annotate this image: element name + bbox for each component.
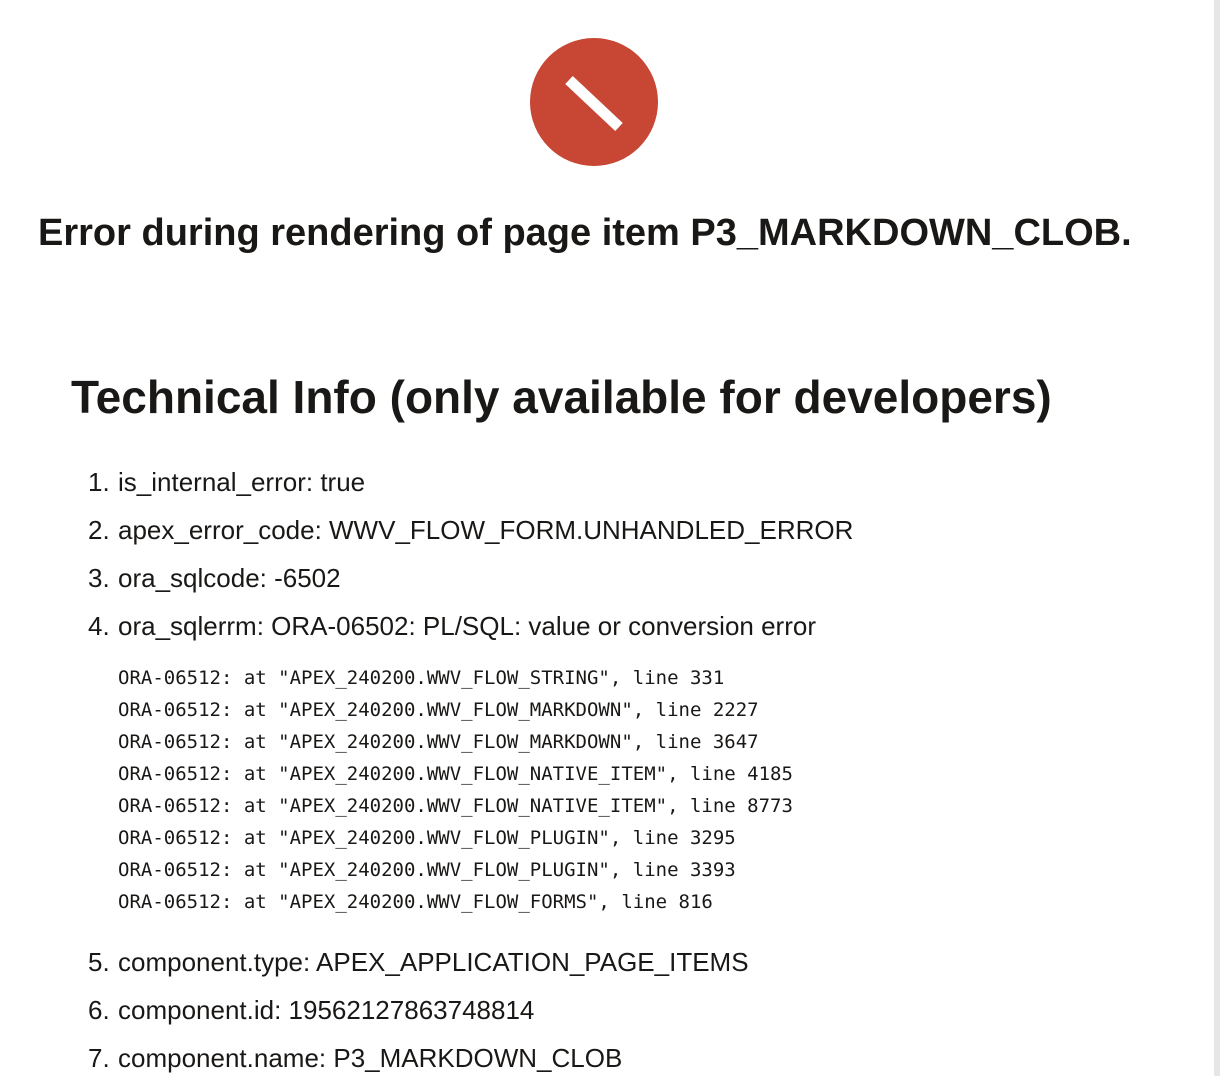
item-text: component.name: P3_MARKDOWN_CLOB [118, 1043, 623, 1073]
stack-line: ORA-06512: at "APEX_240200.WWV_FLOW_STRI… [118, 667, 725, 689]
item-number: 4. [88, 611, 110, 641]
stack-line: ORA-06512: at "APEX_240200.WWV_FLOW_PLUG… [118, 859, 736, 881]
technical-info-list: 1. is_internal_error: true 2. apex_error… [88, 458, 853, 650]
item-text: ora_sqlcode: -6502 [118, 563, 341, 593]
stack-line: ORA-06512: at "APEX_240200.WWV_FLOW_NATI… [118, 795, 793, 817]
item-number: 6. [88, 995, 110, 1025]
item-number: 7. [88, 1043, 110, 1073]
info-item-component-id: 6. component.id: 19562127863748814 [88, 986, 749, 1034]
error-title: Error during rendering of page item P3_M… [38, 212, 1132, 254]
stack-line: ORA-06512: at "APEX_240200.WWV_FLOW_NATI… [118, 763, 793, 785]
item-number: 3. [88, 563, 110, 593]
item-number: 5. [88, 947, 110, 977]
info-item-is-internal-error: 1. is_internal_error: true [88, 458, 853, 506]
item-text: component.type: APEX_APPLICATION_PAGE_IT… [118, 947, 749, 977]
info-item-apex-error-code: 2. apex_error_code: WWV_FLOW_FORM.UNHAND… [88, 506, 853, 554]
error-stack-trace: ORA-06512: at "APEX_240200.WWV_FLOW_STRI… [118, 662, 793, 918]
info-item-component-type: 5. component.type: APEX_APPLICATION_PAGE… [88, 938, 749, 986]
item-text: ora_sqlerrm: ORA-06502: PL/SQL: value or… [118, 611, 816, 641]
item-number: 2. [88, 515, 110, 545]
item-text: is_internal_error: true [118, 467, 366, 497]
technical-info-heading: Technical Info (only available for devel… [71, 371, 1052, 423]
stack-line: ORA-06512: at "APEX_240200.WWV_FLOW_MARK… [118, 731, 759, 753]
item-text: component.id: 19562127863748814 [118, 995, 535, 1025]
item-number: 1. [88, 467, 110, 497]
info-item-ora-sqlerrm: 4. ora_sqlerrm: ORA-06502: PL/SQL: value… [88, 602, 853, 650]
technical-info-list-continued: 5. component.type: APEX_APPLICATION_PAGE… [88, 938, 749, 1076]
prohibited-icon [530, 38, 658, 166]
stack-line: ORA-06512: at "APEX_240200.WWV_FLOW_PLUG… [118, 827, 736, 849]
info-item-ora-sqlcode: 3. ora_sqlcode: -6502 [88, 554, 853, 602]
error-page: Error during rendering of page item P3_M… [0, 0, 1220, 1076]
stack-line: ORA-06512: at "APEX_240200.WWV_FLOW_MARK… [118, 699, 759, 721]
info-item-component-name: 7. component.name: P3_MARKDOWN_CLOB [88, 1034, 749, 1076]
stack-line: ORA-06512: at "APEX_240200.WWV_FLOW_FORM… [118, 891, 713, 913]
item-text: apex_error_code: WWV_FLOW_FORM.UNHANDLED… [118, 515, 854, 545]
